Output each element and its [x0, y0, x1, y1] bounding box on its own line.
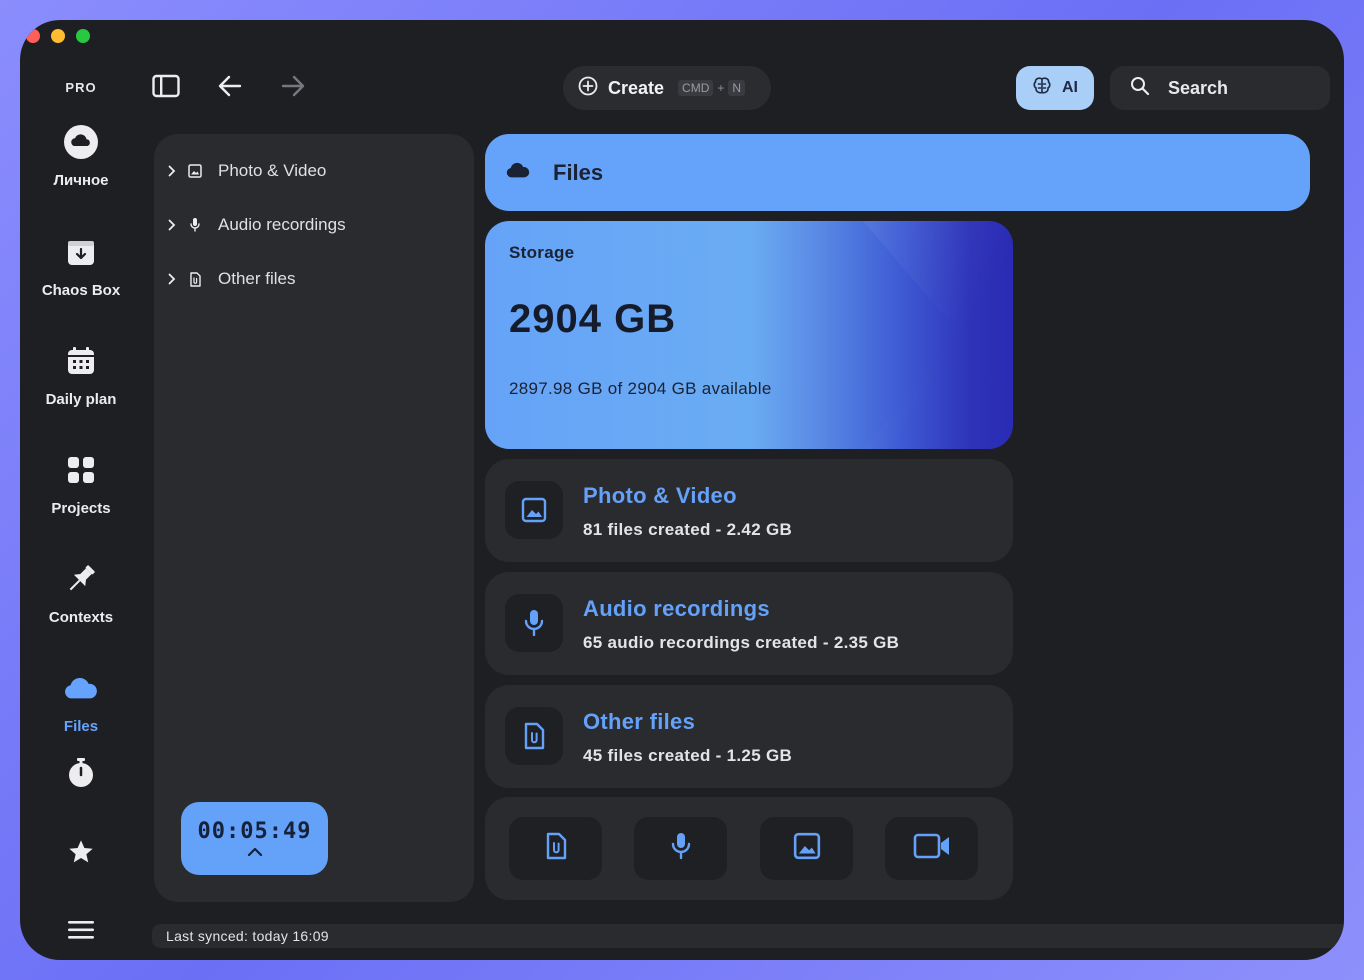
calendar-icon [63, 343, 99, 379]
file-clip-icon [505, 707, 563, 765]
sidebar-favorites[interactable] [20, 834, 142, 870]
sidebar-item-files[interactable]: Files [20, 670, 142, 735]
category-title: Photo & Video [583, 483, 737, 508]
chevron-up-icon [247, 844, 263, 862]
sidebar-stopwatch[interactable] [20, 755, 142, 791]
category-subtitle: 45 files created - 1.25 GB [583, 746, 793, 765]
file-clip-icon [186, 271, 204, 287]
mic-icon [186, 217, 204, 233]
sidebar-item-daily-plan[interactable]: Daily plan [20, 343, 142, 408]
back-button[interactable] [210, 68, 250, 108]
quick-add-bar [485, 797, 1013, 900]
tree-item-audio-recordings[interactable]: Audio recordings [166, 215, 346, 235]
shortcut-key: N [728, 80, 746, 96]
search-icon [1130, 76, 1150, 101]
brain-icon [1032, 76, 1052, 101]
cloud-icon [505, 160, 531, 185]
sidebar-menu[interactable] [20, 912, 142, 948]
plus-circle-icon [578, 76, 598, 101]
cloud-circle-icon [63, 124, 99, 160]
ai-label: AI [1062, 79, 1078, 96]
search-field[interactable]: Search [1110, 66, 1330, 110]
arrow-left-icon [218, 75, 242, 102]
ai-button[interactable]: AI [1016, 66, 1094, 110]
status-bar: Last synced: today 16:09 [152, 924, 1344, 948]
mic-icon [670, 832, 692, 865]
category-card-other-files[interactable]: Other files 45 files created - 1.25 GB [485, 685, 1013, 788]
pin-icon [63, 561, 99, 597]
sidebar: PRO Личное Chaos Box Daily plan Projects [20, 20, 142, 960]
create-button[interactable]: Create CMD + N [563, 66, 771, 110]
storage-card: Storage 2904 GB 2897.98 GB of 2904 GB av… [485, 221, 1013, 449]
storage-available: 2897.98 GB of 2904 GB available [509, 379, 772, 398]
category-card-audio-recordings[interactable]: Audio recordings 65 audio recordings cre… [485, 572, 1013, 675]
search-label: Search [1168, 77, 1229, 98]
cloud-icon [63, 670, 99, 706]
inbox-download-icon [63, 234, 99, 270]
category-title: Audio recordings [583, 596, 770, 621]
folder-tree-panel: Photo & Video Audio recordings Other fil… [154, 134, 474, 902]
image-icon [793, 832, 821, 865]
mic-icon [505, 594, 563, 652]
menu-icon [63, 912, 99, 948]
pro-badge: PRO [65, 80, 97, 95]
record-video-button[interactable] [885, 817, 978, 880]
last-synced-text: Last synced: today 16:09 [166, 928, 329, 944]
arrow-right-icon [281, 75, 305, 102]
category-card-photo-video[interactable]: Photo & Video 81 files created - 2.42 GB [485, 459, 1013, 562]
add-file-button[interactable] [509, 817, 602, 880]
sidebar-item-projects[interactable]: Projects [20, 452, 142, 517]
image-icon [186, 164, 204, 178]
category-subtitle: 65 audio recordings created - 2.35 GB [583, 633, 900, 652]
timer-widget[interactable]: 00:05:49 [181, 802, 328, 875]
sidebar-item-contexts[interactable]: Contexts [20, 561, 142, 626]
category-title: Other files [583, 709, 696, 734]
create-shortcut: CMD + N [678, 80, 746, 96]
star-icon [63, 834, 99, 870]
image-icon [505, 481, 563, 539]
toggle-sidebar-button[interactable] [146, 68, 186, 108]
video-icon [913, 832, 951, 865]
grid-icon [63, 452, 99, 488]
chevron-right-icon[interactable] [166, 219, 178, 231]
stopwatch-icon [63, 755, 99, 791]
tree-item-photo-video[interactable]: Photo & Video [166, 161, 326, 181]
shortcut-mod: CMD [678, 80, 714, 96]
chevron-right-icon[interactable] [166, 165, 178, 177]
shortcut-plus: + [717, 81, 725, 95]
create-label: Create [608, 77, 665, 98]
tree-item-other-files[interactable]: Other files [166, 269, 295, 289]
file-clip-icon [545, 832, 567, 865]
add-photo-button[interactable] [760, 817, 853, 880]
page-title: Files [553, 159, 604, 185]
sidebar-item-chaos-box[interactable]: Chaos Box [20, 234, 142, 299]
forward-button[interactable] [273, 68, 313, 108]
app-window: PRO Личное Chaos Box Daily plan Projects [20, 20, 1344, 960]
storage-total: 2904 GB [509, 297, 677, 341]
chevron-right-icon[interactable] [166, 273, 178, 285]
files-header: Files [485, 134, 1310, 211]
record-audio-button[interactable] [634, 817, 727, 880]
timer-value: 00:05:49 [197, 819, 312, 844]
sidebar-item-personal[interactable]: Личное [20, 124, 142, 189]
category-subtitle: 81 files created - 2.42 GB [583, 520, 793, 539]
sidebar-toggle-icon [152, 74, 180, 103]
storage-label: Storage [509, 243, 575, 262]
